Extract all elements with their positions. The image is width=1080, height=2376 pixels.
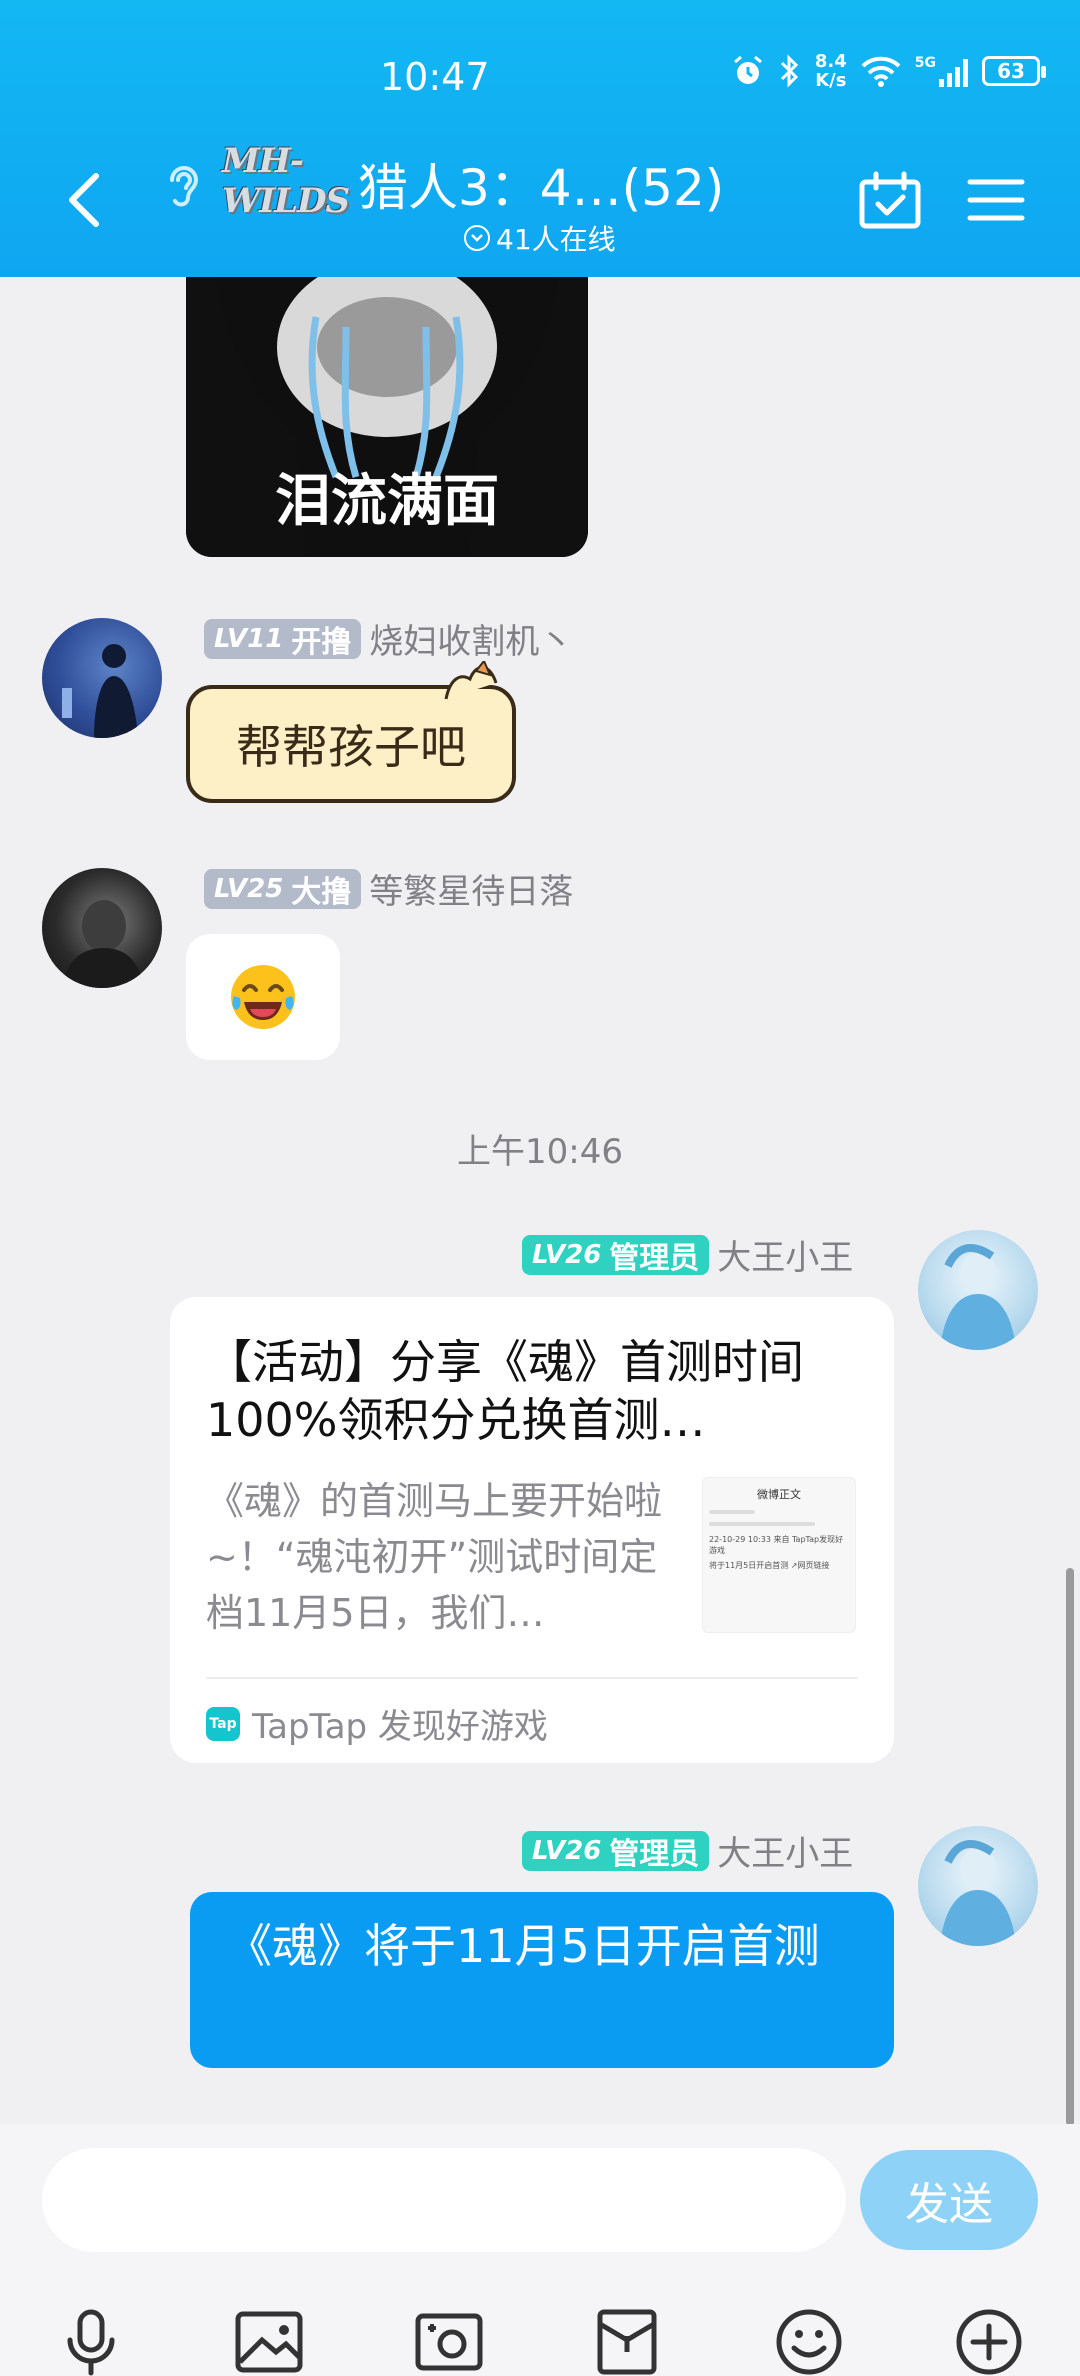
- sender-info: LV11 开撸 烧妇收割机丶: [204, 614, 573, 663]
- sender-name[interactable]: 大王小王: [717, 1826, 853, 1875]
- online-count[interactable]: 41人在线: [464, 218, 616, 258]
- avatar[interactable]: [42, 618, 162, 738]
- card-description: 《魂》的首测马上要开始啦~！“魂沌初开”测试时间定档11月5日，我们…: [206, 1479, 663, 1635]
- sender-name[interactable]: 等繁星待日落: [369, 864, 573, 913]
- bluetooth-icon: [780, 54, 798, 88]
- admin-badge: LV26 管理员: [522, 1234, 710, 1276]
- crying-sticker[interactable]: 泪流满面: [186, 277, 588, 557]
- network-speed: 8.4 K/s: [814, 51, 847, 91]
- status-icons: 8.4 K/s 5G 63: [731, 51, 1046, 91]
- message-text: 帮帮孩子吧: [236, 720, 466, 774]
- photo-icon[interactable]: [232, 2306, 306, 2376]
- menu-button[interactable]: [966, 176, 1026, 224]
- scrollbar[interactable]: [1066, 1568, 1074, 2126]
- sticker-caption: 泪流满面: [275, 469, 499, 534]
- sender-name[interactable]: 烧妇收割机丶: [369, 614, 573, 663]
- wifi-icon: [861, 56, 901, 87]
- level-badge: LV25 大撸: [204, 868, 362, 910]
- message-timestamp: 上午10:46: [457, 1132, 623, 1172]
- group-title[interactable]: 猎人3：4…(52): [358, 148, 724, 220]
- battery-indicator: 63: [982, 56, 1046, 86]
- chat-header: 10:47 8.4 K/s 5G 63 MH-WILDS 猎人3：4…(52) …: [0, 0, 1080, 277]
- sender-info: LV26 管理员 大王小王: [522, 1826, 853, 1875]
- alarm-icon: [733, 55, 762, 84]
- ear-icon[interactable]: [160, 160, 206, 210]
- laughing-tears-emoji-icon: [231, 965, 295, 1029]
- status-time: 10:47: [380, 55, 490, 99]
- card-thumbnail: 微博正文 22-10-29 10:33 来自 TapTap发现好游戏 将于11月…: [702, 1477, 856, 1633]
- checkin-calendar-button[interactable]: [858, 170, 922, 230]
- avatar[interactable]: [42, 868, 162, 988]
- message-bubble[interactable]: 帮帮孩子吧: [186, 661, 516, 803]
- level-badge: LV11 开撸: [204, 618, 362, 660]
- emoji-icon[interactable]: [772, 2306, 846, 2376]
- card-source: Tap TapTap 发现好游戏: [206, 1699, 548, 1748]
- sender-name[interactable]: 大王小王: [717, 1230, 853, 1279]
- camera-icon[interactable]: [412, 2306, 486, 2376]
- admin-badge: LV26 管理员: [522, 1830, 710, 1872]
- message-text: 《魂》将于11月5日开启首测: [226, 1919, 820, 1973]
- message-input[interactable]: [42, 2148, 846, 2252]
- back-button[interactable]: [60, 170, 110, 230]
- chevron-down-icon: [464, 225, 490, 251]
- message-bubble[interactable]: [186, 934, 340, 1060]
- card-title: 【活动】分享《魂》首测时间 100%领积分兑换首测…: [206, 1335, 804, 1447]
- card-divider: [206, 1677, 858, 1679]
- cat-decoration-icon: [444, 661, 498, 700]
- avatar[interactable]: [918, 1230, 1038, 1350]
- microphone-icon[interactable]: [54, 2306, 128, 2376]
- sender-info: LV25 大撸 等繁星待日落: [204, 864, 573, 913]
- message-bubble[interactable]: 《魂》将于11月5日开启首测: [190, 1892, 894, 2068]
- shared-link-card[interactable]: 【活动】分享《魂》首测时间 100%领积分兑换首测… 《魂》的首测马上要开始啦~…: [170, 1297, 894, 1763]
- red-envelope-icon[interactable]: [590, 2306, 664, 2376]
- taptap-logo-icon: Tap: [206, 1706, 240, 1741]
- avatar[interactable]: [918, 1826, 1038, 1946]
- cell-signal-icon: 5G: [915, 55, 968, 87]
- sender-info: LV26 管理员 大王小王: [522, 1230, 853, 1279]
- send-button[interactable]: 发送: [860, 2150, 1038, 2250]
- plus-icon[interactable]: [952, 2306, 1026, 2376]
- group-logo: MH-WILDS: [222, 141, 350, 221]
- input-area: 发送: [0, 2124, 1080, 2376]
